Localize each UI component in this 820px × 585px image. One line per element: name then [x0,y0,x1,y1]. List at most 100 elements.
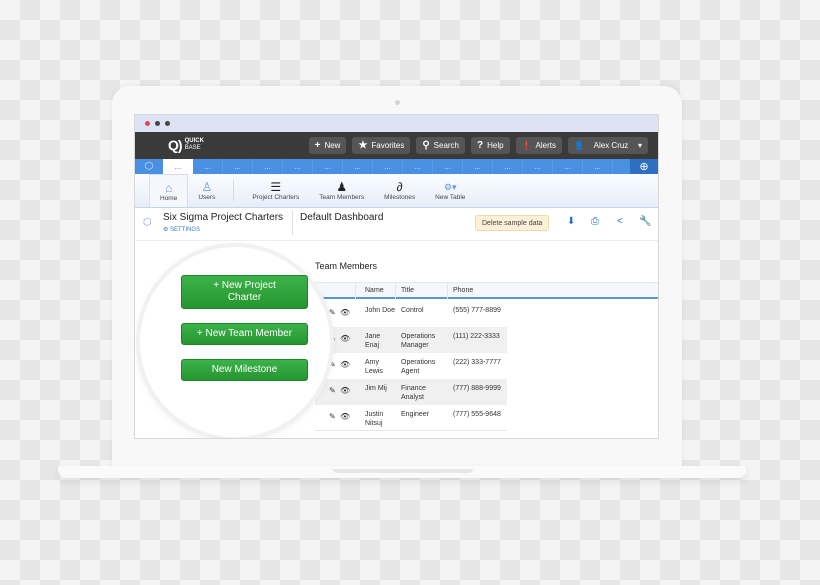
tab-14[interactable]: ... [553,159,583,174]
tab-9[interactable]: ... [403,159,433,174]
edit-icon[interactable]: ✎ [329,308,336,317]
column-divider [355,283,356,300]
cell-phone: (555) 777-8899 [453,307,501,314]
breadcrumb-divider [292,211,293,235]
person-icon: ♟ [336,180,348,194]
tab-2[interactable]: ... [193,159,223,174]
alerts-button[interactable]: ❗ Alerts [515,137,562,154]
edit-icon[interactable]: ✎ [329,412,336,421]
tab-11[interactable]: ... [463,159,493,174]
nav-team-members-label: Team Members [319,194,365,201]
tab-8[interactable]: ... [373,159,403,174]
nav-project-charters[interactable]: ☰ Project Charters [242,174,309,207]
table-row[interactable]: ✎ 👁 Justin Nitsuj Engineer (777) 555-964… [315,405,507,431]
app-title[interactable]: Six Sigma Project Charters [163,212,283,223]
table-row[interactable]: ✎ 👁 Amy Lewis Operations Agent (222) 333… [315,353,507,379]
help-label: Help [487,141,504,150]
search-label: Search [433,141,460,150]
add-app-icon[interactable]: ⊕ [630,159,658,174]
tab-5[interactable]: ... [283,159,313,174]
tab-10[interactable]: ... [433,159,463,174]
view-icon[interactable]: 👁 [340,308,350,317]
share-icon[interactable]: < [617,216,623,227]
view-icon[interactable]: 👁 [340,412,350,421]
star-icon: ★ [358,140,368,151]
cell-name: John Doe [365,307,395,314]
quickbase-logo[interactable]: Q) QUICK BASE [168,137,204,153]
table-row[interactable]: ✎ 👁 Jane Enaj Operations Manager (111) 2… [315,327,507,353]
laptop-notch [333,469,473,473]
search-icon: ⚲ [422,140,430,151]
minimize-window-icon[interactable] [155,121,160,126]
tab-7[interactable]: ... [343,159,373,174]
chevron-down-icon: ▾ [637,141,642,150]
search-button[interactable]: ⚲ Search [416,137,466,154]
plus-icon: + [314,140,321,151]
download-icon[interactable]: ⬇ [567,216,575,227]
edit-icon[interactable]: ✎ [329,360,336,369]
cell-phone: (777) 888-9999 [453,385,501,392]
print-icon[interactable]: ⎙ [591,216,599,227]
tab-6[interactable]: ... [313,159,343,174]
nav-home[interactable]: ⌂ Home [149,174,189,207]
tab-4[interactable]: ... [253,159,283,174]
app-screen: Q) QUICK BASE + New ★ Favorites ⚲ Search… [134,114,659,439]
logo-line2: BASE [184,145,201,151]
cell-title: Control [401,307,424,314]
new-milestone-button[interactable]: New Milestone [181,359,308,381]
logo-mark: Q) [168,137,183,153]
app-cube-icon[interactable]: ⬡ [135,159,163,174]
nav-home-label: Home [160,194,178,202]
table-row[interactable]: ✎ 👁 John Doe Control (555) 777-8899 [315,301,507,327]
favorites-button[interactable]: ★ Favorites [352,137,411,154]
cell-name: Amy Lewis [365,359,383,375]
nav-new-table[interactable]: ⚙▾ New Table [425,174,475,207]
wrench-icon[interactable]: 🔧 [639,216,651,227]
help-button[interactable]: ? Help [471,137,510,154]
new-button[interactable]: + New [308,137,347,154]
nav-users-label: Users [198,194,216,201]
view-icon[interactable]: 👁 [340,386,350,395]
nav-milestones[interactable]: ∂ Milestones [374,174,425,207]
tab-15[interactable]: ... [583,159,613,174]
new-project-charter-button[interactable]: + New Project Charter [181,275,308,309]
help-icon: ? [477,140,484,151]
cell-title: Engineer [401,411,430,418]
users-icon: ♙ [201,180,213,194]
page-header: ⬡ Six Sigma Project Charters ⚙ SETTINGS … [135,208,658,241]
tab-1[interactable]: ... [163,159,193,174]
cell-phone: (111) 222-3333 [453,333,500,340]
cell-title: Operations Manager [401,333,436,349]
alerts-label: Alerts [535,141,556,150]
tab-12[interactable]: ... [493,159,523,174]
tab-13[interactable]: ... [523,159,553,174]
view-icon[interactable]: 👁 [340,360,350,369]
cell-phone: (777) 555-9648 [453,411,501,418]
cell-name: Jane Enaj [365,333,381,349]
settings-link[interactable]: ⚙ SETTINGS [163,226,200,233]
table-row[interactable]: ✎ 👁 Jim Mij Finance Analyst (777) 888-99… [315,379,507,405]
edit-icon[interactable]: ✎ [329,386,336,395]
cell-phone: (222) 333-7777 [453,359,501,366]
gear-icon: ⚙▾ [443,182,457,192]
column-phone[interactable]: Phone [453,287,473,294]
edit-icon[interactable]: ✎ [329,334,336,343]
user-menu-button[interactable]: 👤 Alex Cruz ▾ [568,137,648,154]
window-chrome [135,115,658,132]
column-name[interactable]: Name [365,287,384,294]
dashboard-content: Team Members Name Title Phone ✎ 👁 John D… [135,241,658,438]
delete-sample-data-button[interactable]: Delete sample data [475,215,550,231]
app-tabs: ⬡ ... ... ... ... ... ... ... ... ... ..… [135,159,658,174]
nav-team-members[interactable]: ♟ Team Members [309,174,374,207]
tab-3[interactable]: ... [223,159,253,174]
nav-project-charters-label: Project Charters [252,194,300,201]
view-icon[interactable]: 👁 [340,334,350,343]
new-team-member-button[interactable]: + New Team Member [181,323,308,345]
column-title[interactable]: Title [401,287,414,294]
nav-users[interactable]: ♙ Users [188,174,225,207]
cell-title: Operations Agent [401,359,436,375]
close-window-icon[interactable] [145,121,150,126]
dashboard-title: Default Dashboard [300,212,384,223]
table-nav: ⌂ Home ♙ Users ☰ Project Charters ♟ Team… [135,174,658,208]
maximize-window-icon[interactable] [165,121,170,126]
